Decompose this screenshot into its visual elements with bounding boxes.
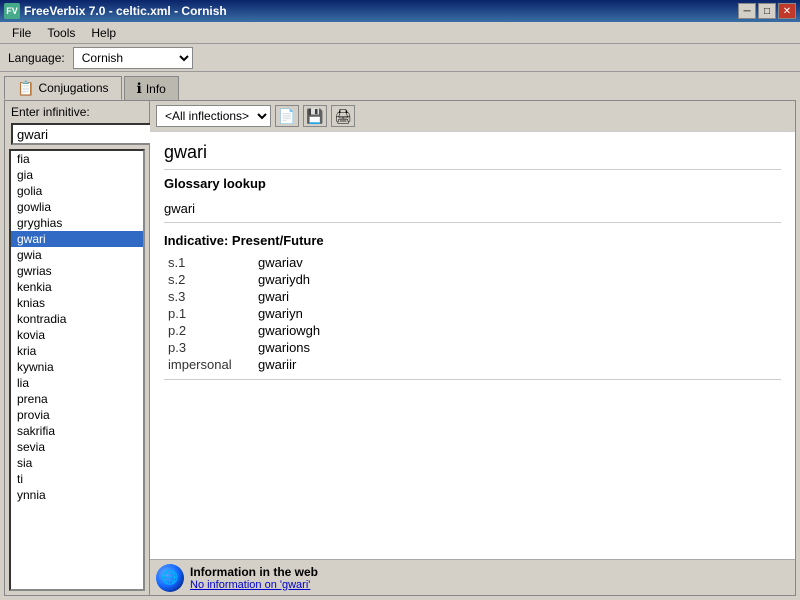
tab-conjugations[interactable]: 📋 Conjugations bbox=[4, 76, 122, 100]
web-info-title: Information in the web bbox=[190, 565, 318, 579]
list-item[interactable]: sevia bbox=[11, 439, 143, 455]
table-row: p.2 gwariowgh bbox=[164, 322, 781, 339]
word-list: fia gia golia gowlia gryghias gwari gwia… bbox=[9, 149, 145, 591]
list-item[interactable]: lia bbox=[11, 375, 143, 391]
verb-title: gwari bbox=[164, 142, 781, 163]
language-select[interactable]: Cornish bbox=[73, 47, 193, 69]
content-area: Enter infinitive: ▶ fia gia golia gowlia… bbox=[4, 100, 796, 596]
table-row: s.1 gwariav bbox=[164, 254, 781, 271]
title-bar: FV FreeVerbix 7.0 - celtic.xml - Cornish… bbox=[0, 0, 800, 22]
title-buttons: ─ □ ✕ bbox=[738, 3, 796, 19]
web-info-link[interactable]: No information on 'gwari' bbox=[190, 579, 318, 591]
table-row: impersonal gwariir bbox=[164, 356, 781, 373]
person-label: s.1 bbox=[164, 254, 254, 271]
menu-tools[interactable]: Tools bbox=[39, 24, 83, 42]
conjugation-form: gwarions bbox=[254, 339, 781, 356]
close-button[interactable]: ✕ bbox=[778, 3, 796, 19]
list-item[interactable]: gia bbox=[11, 167, 143, 183]
person-label: s.2 bbox=[164, 271, 254, 288]
maximize-button[interactable]: □ bbox=[758, 3, 776, 19]
menu-help[interactable]: Help bbox=[83, 24, 124, 42]
separator bbox=[164, 169, 781, 170]
list-item[interactable]: gwrias bbox=[11, 263, 143, 279]
tab-conjugations-label: Conjugations bbox=[38, 81, 108, 95]
language-label: Language: bbox=[8, 51, 65, 65]
table-row: s.3 gwari bbox=[164, 288, 781, 305]
globe-icon: 🌐 bbox=[156, 564, 184, 592]
print-button[interactable]: 🖨 bbox=[331, 105, 355, 127]
list-item-selected[interactable]: gwari bbox=[11, 231, 143, 247]
infinitive-label: Enter infinitive: bbox=[5, 101, 149, 121]
list-item[interactable]: kovia bbox=[11, 327, 143, 343]
tab-info-label: Info bbox=[146, 82, 166, 96]
list-item[interactable]: provia bbox=[11, 407, 143, 423]
right-toolbar: <All inflections> 📄 💾 🖨 bbox=[150, 101, 795, 132]
list-item[interactable]: ynnia bbox=[11, 487, 143, 503]
list-item[interactable]: knias bbox=[11, 295, 143, 311]
list-item[interactable]: gowlia bbox=[11, 199, 143, 215]
verb-content: gwari Glossary lookup gwari Indicative: … bbox=[150, 132, 795, 559]
left-panel: Enter infinitive: ▶ fia gia golia gowlia… bbox=[5, 101, 150, 595]
conjugation-form: gwariydh bbox=[254, 271, 781, 288]
minimize-button[interactable]: ─ bbox=[738, 3, 756, 19]
title-text: FreeVerbix 7.0 - celtic.xml - Cornish bbox=[24, 4, 227, 18]
separator bbox=[164, 222, 781, 223]
list-item[interactable]: kywnia bbox=[11, 359, 143, 375]
indicative-heading: Indicative: Present/Future bbox=[164, 233, 781, 248]
list-item[interactable]: ti bbox=[11, 471, 143, 487]
glossary-value: gwari bbox=[164, 201, 781, 216]
person-label: impersonal bbox=[164, 356, 254, 373]
list-item[interactable]: gryghias bbox=[11, 215, 143, 231]
tabs-bar: 📋 Conjugations ℹ Info bbox=[4, 76, 796, 100]
main-content: 📋 Conjugations ℹ Info Enter infinitive: … bbox=[0, 72, 800, 600]
person-label: p.3 bbox=[164, 339, 254, 356]
list-item[interactable]: sakrifia bbox=[11, 423, 143, 439]
tab-info[interactable]: ℹ Info bbox=[124, 76, 179, 100]
list-item[interactable]: kontradia bbox=[11, 311, 143, 327]
table-row: s.2 gwariydh bbox=[164, 271, 781, 288]
person-label: s.3 bbox=[164, 288, 254, 305]
person-label: p.2 bbox=[164, 322, 254, 339]
copy-button[interactable]: 📄 bbox=[275, 105, 299, 127]
list-item[interactable]: gwia bbox=[11, 247, 143, 263]
menu-bar: File Tools Help bbox=[0, 22, 800, 44]
table-row: p.3 gwarions bbox=[164, 339, 781, 356]
list-item[interactable]: fia bbox=[11, 151, 143, 167]
list-item[interactable]: kenkia bbox=[11, 279, 143, 295]
app-icon: FV bbox=[4, 3, 20, 19]
info-icon: ℹ bbox=[137, 80, 142, 97]
conjugation-form: gwariav bbox=[254, 254, 781, 271]
conjugation-form: gwari bbox=[254, 288, 781, 305]
conjugation-form: gwariyn bbox=[254, 305, 781, 322]
table-row: p.1 gwariyn bbox=[164, 305, 781, 322]
list-item[interactable]: kria bbox=[11, 343, 143, 359]
language-bar: Language: Cornish bbox=[0, 44, 800, 72]
infinitive-input-row: ▶ bbox=[5, 121, 149, 149]
menu-file[interactable]: File bbox=[4, 24, 39, 42]
conjugation-table: s.1 gwariav s.2 gwariydh s.3 gwari p.1 g… bbox=[164, 254, 781, 373]
glossary-heading: Glossary lookup bbox=[164, 176, 781, 191]
conjugations-icon: 📋 bbox=[17, 80, 34, 97]
list-item[interactable]: sia bbox=[11, 455, 143, 471]
list-item[interactable]: prena bbox=[11, 391, 143, 407]
separator bbox=[164, 379, 781, 380]
person-label: p.1 bbox=[164, 305, 254, 322]
right-panel: <All inflections> 📄 💾 🖨 gwari Glossary l… bbox=[150, 101, 795, 595]
conjugation-form: gwariowgh bbox=[254, 322, 781, 339]
web-info-bar: 🌐 Information in the web No information … bbox=[150, 559, 795, 595]
inflection-select[interactable]: <All inflections> bbox=[156, 105, 271, 127]
conjugation-form: gwariir bbox=[254, 356, 781, 373]
list-item[interactable]: golia bbox=[11, 183, 143, 199]
web-info-text: Information in the web No information on… bbox=[190, 565, 318, 591]
save-button[interactable]: 💾 bbox=[303, 105, 327, 127]
